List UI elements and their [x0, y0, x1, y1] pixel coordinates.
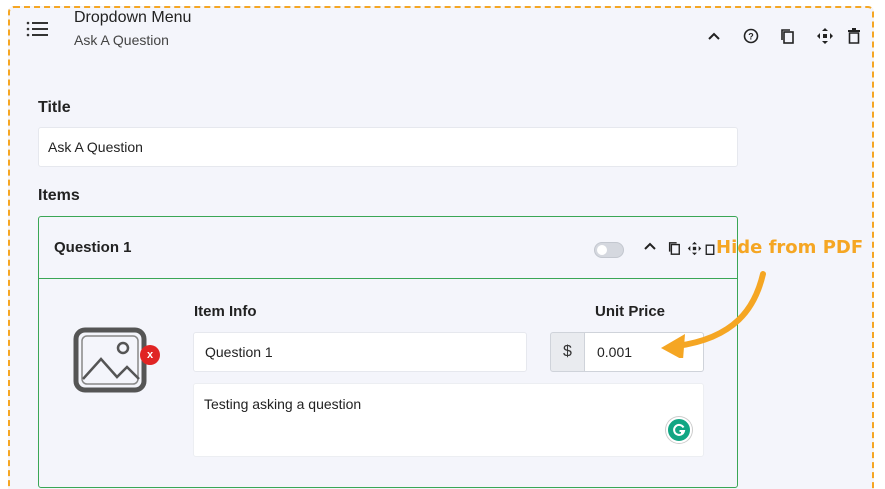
trash-icon[interactable]	[705, 239, 715, 257]
image-placeholder-icon[interactable]	[73, 327, 149, 395]
hide-from-pdf-annotation: Hide from PDF	[716, 237, 864, 258]
copy-icon[interactable]	[778, 27, 796, 45]
item-info-label: Item Info	[194, 303, 257, 320]
item-description-textarea[interactable]: Testing asking a question	[193, 383, 704, 457]
move-icon[interactable]	[685, 239, 703, 257]
annotation-arrow-icon	[661, 271, 766, 358]
item-card-header[interactable]: Question 1	[39, 217, 737, 279]
title-input[interactable]: Ask A Question	[38, 127, 738, 167]
item-card: Question 1 Item Info Unit Price x Questi…	[38, 216, 738, 488]
block-subtitle: Ask A Question	[74, 32, 169, 48]
block-title: Dropdown Menu	[74, 9, 192, 26]
item-name-input[interactable]: Question 1	[193, 332, 527, 372]
item-heading: Question 1	[54, 239, 132, 256]
chevron-up-icon[interactable]	[705, 27, 723, 45]
currency-prefix: $	[550, 332, 585, 372]
remove-image-button[interactable]: x	[140, 345, 160, 365]
list-icon[interactable]	[26, 20, 48, 38]
grammarly-icon[interactable]	[666, 417, 692, 443]
move-icon[interactable]	[816, 27, 834, 45]
title-label: Title	[38, 99, 71, 116]
svg-text:?: ?	[748, 32, 754, 42]
chevron-up-icon[interactable]	[641, 237, 659, 255]
help-icon[interactable]: ?	[742, 27, 760, 45]
items-label: Items	[38, 187, 80, 204]
copy-icon[interactable]	[665, 239, 683, 257]
hide-from-pdf-toggle[interactable]	[594, 242, 624, 258]
trash-icon[interactable]	[845, 27, 863, 45]
